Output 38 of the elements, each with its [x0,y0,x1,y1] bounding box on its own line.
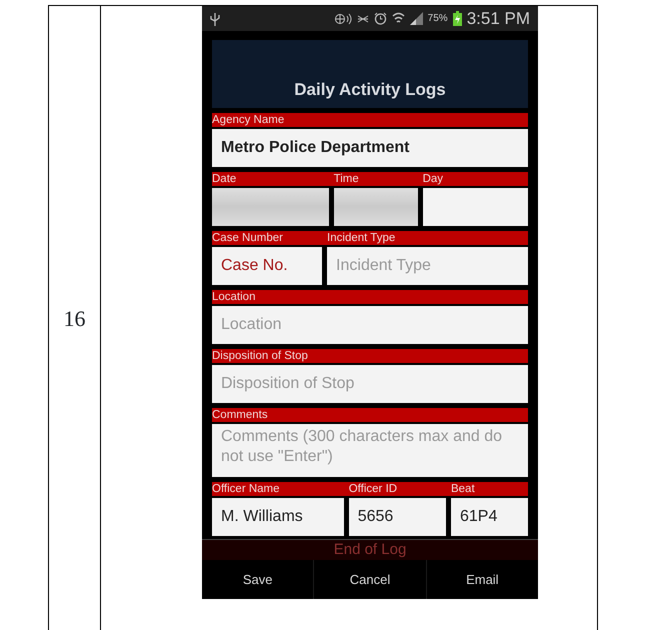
wifi-icon [392,12,405,25]
input-field[interactable]: Metro Police Department [212,129,528,167]
input-field[interactable]: Incident Type [327,247,528,285]
input-field[interactable]: M. Williams [212,498,344,536]
clock: 3:51 PM [466,8,530,30]
input-field[interactable]: Disposition of Stop [212,365,528,403]
signal-icon [410,12,423,25]
field-label: Case Number [212,231,284,245]
action-button[interactable]: Save [202,560,314,599]
text-area[interactable]: Comments (300 characters max and do not use "Enter") [212,424,528,477]
row-number: 16 [64,304,86,332]
battery-icon [452,11,462,26]
battery-percent: 75% [428,12,448,26]
picker-field[interactable] [212,188,329,226]
usb-icon [210,12,220,26]
field-label: Location [212,290,256,304]
input-field[interactable] [422,188,528,226]
field-label: Day [422,172,444,186]
input-field[interactable]: 61P4 [450,498,528,536]
app-title: Daily Activity Logs [294,78,446,101]
field-label: Date [212,172,238,186]
input-field[interactable]: Case No. [212,247,322,285]
input-field[interactable]: Location [212,306,528,344]
action-button[interactable]: Cancel [314,560,427,599]
field-label: Time [334,172,360,186]
field-label: Beat [450,482,476,496]
picker-field[interactable] [334,188,418,226]
nfc-icon [334,12,352,24]
field-label: Officer ID [348,482,398,496]
field-label: Agency Name [212,113,286,127]
input-field[interactable]: 5656 [348,498,446,536]
mute-icon [356,12,369,24]
field-label: Officer Name [212,482,281,496]
alarm-icon [374,12,387,25]
field-label: Incident Type [327,231,396,245]
action-button[interactable]: Email [426,560,538,599]
field-label: Disposition of Stop [212,349,309,363]
field-label: Comments [212,408,269,422]
